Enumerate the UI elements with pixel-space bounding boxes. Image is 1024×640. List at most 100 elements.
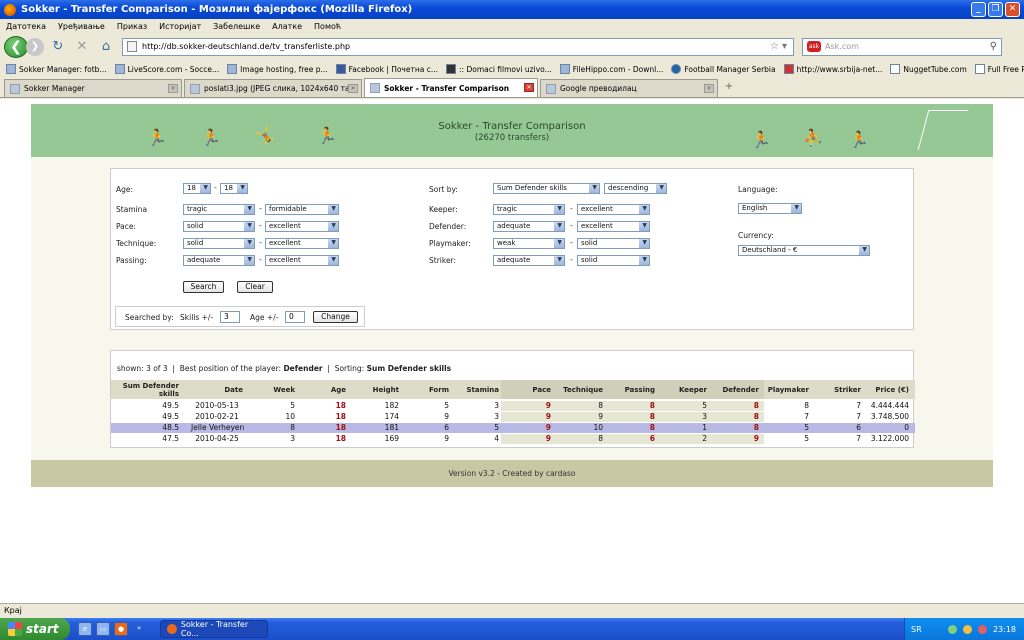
currency-select[interactable]: Deutschland - € ▼ <box>738 245 870 256</box>
bookmark-item[interactable]: Image hosting, free p... <box>227 64 328 74</box>
col-striker[interactable]: Striker <box>811 380 861 399</box>
search-button[interactable]: Search <box>183 281 224 293</box>
firefox-icon[interactable]: ● <box>114 622 128 636</box>
menu-file[interactable]: Датотека <box>6 22 46 31</box>
menu-edit[interactable]: Уређивање <box>58 22 105 31</box>
menu-bookmarks[interactable]: Забелешке <box>213 22 260 31</box>
change-button[interactable]: Change <box>313 311 358 323</box>
technique-from-select[interactable]: solid ▼ <box>183 238 255 249</box>
skills-pm-input[interactable]: 3 <box>220 311 240 323</box>
url-bar[interactable]: http://db.sokker-deutschland.de/tv_trans… <box>122 37 794 56</box>
table-row[interactable]: 47.5 2010-04-25 3 18 169 9 4 9 8 6 2 9 5 7 3.122.000 <box>111 434 915 444</box>
chevron-down-icon: ▼ <box>203 184 208 191</box>
reload-icon[interactable]: ↻ <box>48 39 68 54</box>
col-stamina[interactable]: Stamina <box>451 380 499 399</box>
stamina-from-select[interactable]: tragic ▼ <box>183 204 255 215</box>
close-tab-icon[interactable]: ✕ <box>168 84 178 93</box>
ie-icon[interactable]: e <box>78 622 92 636</box>
col-date[interactable]: Date <box>191 380 243 399</box>
bookmark-item[interactable]: LiveScore.com - Socce... <box>114 64 219 74</box>
status-bar: Крај <box>0 603 1024 618</box>
passing-to-select[interactable]: excellent ▼ <box>265 255 339 266</box>
bookmark-item[interactable]: FileHippo.com - Downl... <box>559 64 663 74</box>
striker-from-select[interactable]: adequate ▼ <box>493 255 565 266</box>
taskbar-firefox-window[interactable]: Sokker - Transfer Co... <box>160 620 268 638</box>
language-indicator[interactable]: SR <box>911 625 922 634</box>
col-playmaker[interactable]: Playmaker <box>761 380 809 399</box>
bookmark-item[interactable]: Facebook | Почетна с... <box>335 64 438 74</box>
clear-button[interactable]: Clear <box>237 281 273 293</box>
home-icon[interactable]: ⌂ <box>96 39 116 54</box>
age-to-select[interactable]: 18 ▼ <box>220 183 248 194</box>
bookmark-item[interactable]: Full Free Porn Movies ... <box>974 64 1024 74</box>
new-tab-button[interactable]: + <box>722 81 736 97</box>
tab-sokker-manager[interactable]: Sokker Manager ✕ <box>4 79 182 97</box>
playmaker-to-select[interactable]: solid ▼ <box>577 238 650 249</box>
col-week[interactable]: Week <box>251 380 295 399</box>
col-pace[interactable]: Pace <box>503 380 551 399</box>
passing-from-select[interactable]: adequate ▼ <box>183 255 255 266</box>
back-button[interactable]: ❮ <box>4 35 28 58</box>
expand-icon[interactable]: » <box>132 622 146 636</box>
keeper-from-select[interactable]: tragic ▼ <box>493 204 565 215</box>
col-age[interactable]: Age <box>301 380 346 399</box>
technique-to-select[interactable]: excellent ▼ <box>265 238 339 249</box>
col-height[interactable]: Height <box>351 380 399 399</box>
stamina-to-select[interactable]: formidable ▼ <box>265 204 339 215</box>
striker-to-select[interactable]: solid ▼ <box>577 255 650 266</box>
close-tab-icon[interactable]: ✕ <box>348 84 358 93</box>
col-sum-defender[interactable]: Sum Defender skills <box>115 380 179 399</box>
col-technique[interactable]: Technique <box>553 380 603 399</box>
col-keeper[interactable]: Keeper <box>659 380 707 399</box>
col-price[interactable]: Price (€) <box>863 380 909 399</box>
maximize-button[interactable]: ❐ <box>988 2 1003 17</box>
search-icon[interactable]: ⚲ <box>990 41 997 52</box>
stop-icon[interactable]: ✕ <box>72 39 92 54</box>
start-button[interactable]: start <box>0 618 70 640</box>
sort-by-select[interactable]: Sum Defender skills ▼ <box>493 183 600 194</box>
close-tab-icon[interactable]: ✕ <box>704 84 714 93</box>
bookmark-item[interactable]: Sokker Manager: fotb... <box>6 64 107 74</box>
table-row[interactable]: 49.5 2010-05-13 5 18 182 5 3 9 8 8 5 8 8 7 4.444.444 <box>111 401 915 411</box>
age-label: Age: <box>116 185 134 194</box>
menu-tools[interactable]: Алатке <box>272 22 302 31</box>
bookmark-item[interactable]: :: Domaci filmovi uzivo... <box>446 64 552 74</box>
age-pm-input[interactable]: 0 <box>285 311 305 323</box>
forward-button[interactable]: ❯ <box>26 37 44 56</box>
tray-icon[interactable] <box>977 624 987 634</box>
ask-icon[interactable]: ask <box>807 41 821 52</box>
playmaker-label: Playmaker: <box>429 239 471 248</box>
stamina-label: Stamina <box>116 205 148 214</box>
language-select[interactable]: English ▼ <box>738 203 802 214</box>
table-row[interactable]: 49.5 2010-02-21 10 18 174 9 3 9 9 8 3 8 7 7 3.748.500 <box>111 412 915 422</box>
playmaker-from-select[interactable]: weak ▼ <box>493 238 565 249</box>
tab-transfer-comparison[interactable]: Sokker - Transfer Comparison ✕ <box>364 78 538 97</box>
pace-from-select[interactable]: solid ▼ <box>183 221 255 232</box>
tray-icon[interactable] <box>947 624 957 634</box>
defender-from-select[interactable]: adequate ▼ <box>493 221 565 232</box>
minimize-button[interactable]: _ <box>971 2 986 17</box>
bookmark-item[interactable]: Football Manager Serbia <box>671 64 776 74</box>
search-box[interactable]: ask Ask.com ⚲ <box>802 37 1002 56</box>
col-passing[interactable]: Passing <box>607 380 655 399</box>
tray-icon[interactable] <box>962 624 972 634</box>
menu-help[interactable]: Помоћ <box>314 22 341 31</box>
defender-to-select[interactable]: excellent ▼ <box>577 221 650 232</box>
tab-image[interactable]: poslati3.jpg (JPEG слика, 1024x640 та...… <box>184 79 362 97</box>
table-row[interactable]: 48.5 Jelle Verheyen 8 18 181 6 5 9 10 8 1 8 5 6 0 <box>111 423 915 433</box>
pace-to-select[interactable]: excellent ▼ <box>265 221 339 232</box>
sort-direction-select[interactable]: descending ▼ <box>604 183 667 194</box>
keeper-to-select[interactable]: excellent ▼ <box>577 204 650 215</box>
close-window-button[interactable]: ✕ <box>1005 2 1020 17</box>
desktop-icon[interactable]: ▭ <box>96 622 110 636</box>
age-from-select[interactable]: 18 ▼ <box>183 183 211 194</box>
menu-view[interactable]: Приказ <box>117 22 147 31</box>
bookmark-item[interactable]: http://www.srbija-net... <box>783 64 882 74</box>
col-defender[interactable]: Defender <box>709 380 759 399</box>
tab-google-translate[interactable]: Google преводилац ✕ <box>540 79 718 97</box>
bookmark-item[interactable]: NuggetTube.com <box>890 64 967 74</box>
menu-history[interactable]: Историјат <box>159 22 201 31</box>
bookmark-star-icon[interactable]: ☆ ▾ <box>770 41 787 52</box>
col-form[interactable]: Form <box>401 380 449 399</box>
close-tab-icon[interactable]: ✕ <box>524 83 534 92</box>
